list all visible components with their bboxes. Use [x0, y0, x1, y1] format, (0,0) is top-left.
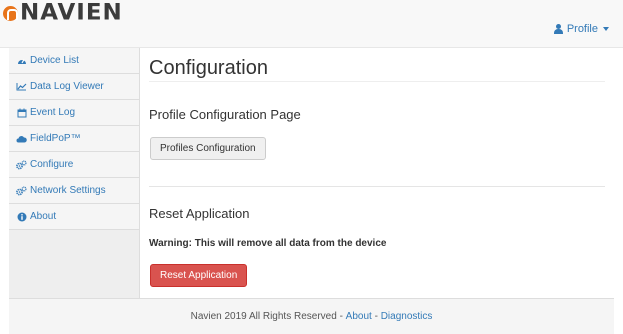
- reset-warning-text: Warning: This will remove all data from …: [149, 238, 387, 249]
- sidebar-item-network-settings[interactable]: Network Settings: [9, 178, 139, 204]
- brand-name: NAVIEN: [20, 0, 123, 26]
- divider: [149, 81, 605, 82]
- reset-application-button[interactable]: Reset Application: [150, 264, 248, 287]
- cogs-icon: [16, 159, 27, 170]
- footer: Navien 2019 All Rights Reserved - About …: [9, 298, 614, 334]
- sidebar-item-device-list[interactable]: Device List: [9, 48, 139, 74]
- footer-about-link[interactable]: About: [346, 311, 372, 322]
- profile-config-heading: Profile Configuration Page: [149, 107, 301, 122]
- info-icon: [16, 212, 27, 222]
- sidebar-item-label: Event Log: [30, 107, 76, 118]
- footer-copyright: Navien 2019 All Rights Reserved -: [190, 311, 346, 322]
- divider: [149, 186, 605, 187]
- cloud-icon: [16, 134, 27, 144]
- top-navbar: NAVIEN Profile: [0, 0, 623, 48]
- reset-application-heading: Reset Application: [149, 206, 250, 221]
- sidebar-item-label: FieldPoP™: [30, 133, 81, 144]
- page-title: Configuration: [149, 57, 268, 79]
- sidebar-item-about[interactable]: About: [9, 204, 139, 230]
- profiles-configuration-button[interactable]: Profiles Configuration: [150, 137, 266, 160]
- main-content: Configuration Profile Configuration Page…: [141, 48, 614, 298]
- cogs-icon: [16, 185, 27, 196]
- sidebar: Device List Data Log Viewer Event Log Fi…: [9, 48, 140, 298]
- caret-down-icon: [603, 27, 609, 31]
- navien-logo[interactable]: NAVIEN: [0, 1, 123, 25]
- sidebar-item-configure[interactable]: Configure: [9, 152, 139, 178]
- footer-separator: -: [371, 311, 381, 322]
- sidebar-item-label: Network Settings: [30, 185, 106, 196]
- sidebar-item-label: Device List: [30, 55, 79, 66]
- footer-diagnostics-link[interactable]: Diagnostics: [381, 311, 433, 322]
- calendar-icon: [16, 108, 27, 118]
- line-chart-icon: [16, 82, 27, 92]
- profile-dropdown[interactable]: Profile: [553, 23, 609, 35]
- sidebar-item-event-log[interactable]: Event Log: [9, 100, 139, 126]
- sidebar-item-label: Data Log Viewer: [30, 81, 104, 92]
- navien-logo-mark-icon: [3, 5, 18, 21]
- user-icon: [553, 24, 563, 34]
- dashboard-icon: [16, 56, 27, 66]
- sidebar-item-label: Configure: [30, 159, 74, 170]
- sidebar-item-label: About: [30, 211, 57, 222]
- sidebar-item-data-log-viewer[interactable]: Data Log Viewer: [9, 74, 139, 100]
- sidebar-item-fieldpop[interactable]: FieldPoP™: [9, 126, 139, 152]
- profile-label: Profile: [566, 23, 598, 35]
